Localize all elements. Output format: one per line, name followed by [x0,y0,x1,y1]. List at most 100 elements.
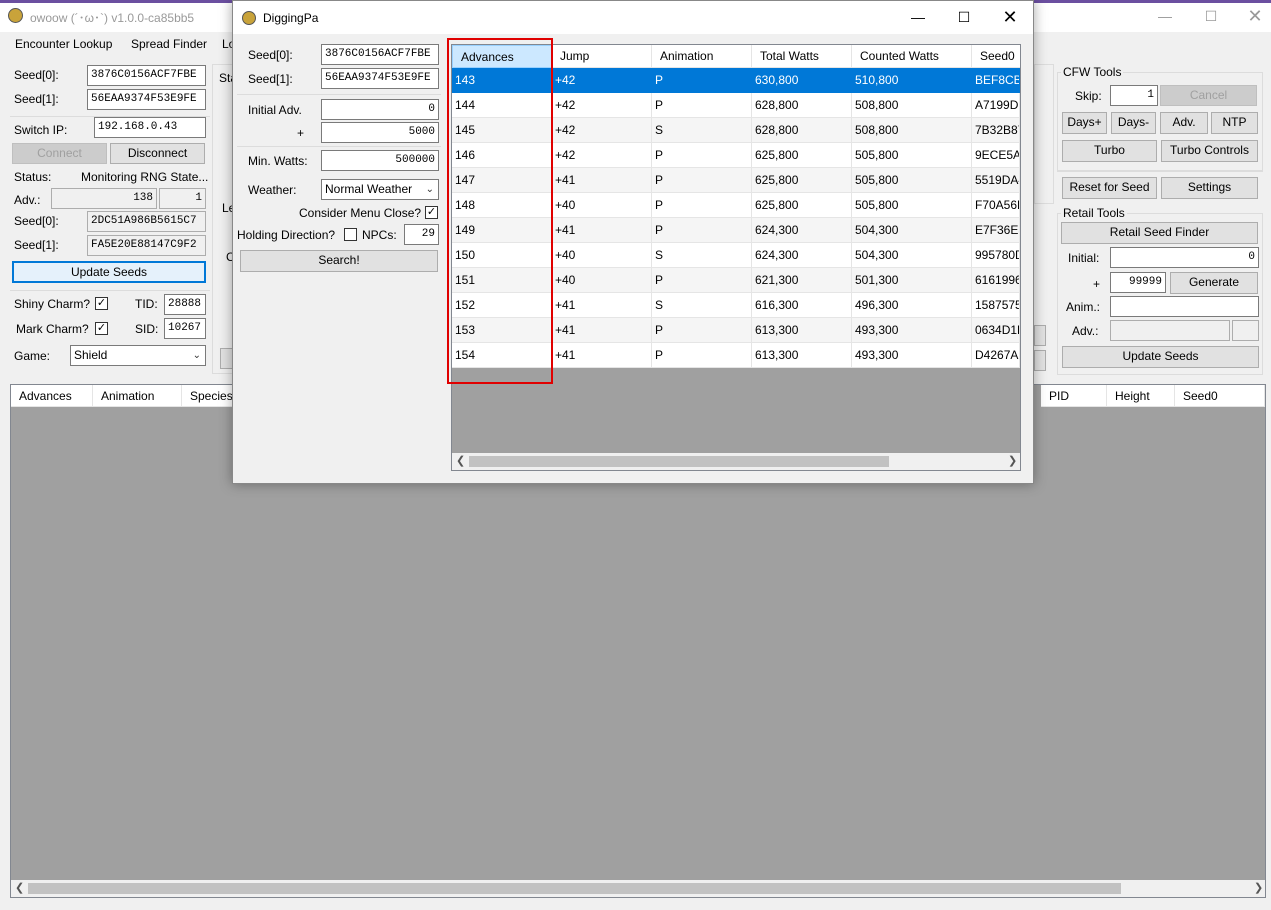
col-header-advances[interactable]: Advances [11,385,93,407]
generate-button[interactable]: Generate [1170,272,1258,294]
cell-animation: S [652,118,752,143]
turbo-button[interactable]: Turbo [1062,140,1157,162]
weather-value: Normal Weather [325,182,413,196]
scroll-right-icon[interactable]: ❯ [1008,454,1017,467]
maximize-icon[interactable]: ☐ [1188,0,1234,32]
days-minus-button[interactable]: Days- [1111,112,1156,134]
update-seeds-button[interactable]: Update Seeds [12,261,206,283]
dlg-seed1-input[interactable]: 56EAA9374F53E9FE [321,68,439,89]
cell-jump: +41 [552,168,652,193]
retail-update-seeds-button[interactable]: Update Seeds [1062,346,1259,368]
adv-label: Adv.: [14,193,41,207]
cell-jump: +41 [552,318,652,343]
adv-button[interactable]: Adv. [1160,112,1208,134]
cell-animation: P [652,193,752,218]
menu-encounter-lookup[interactable]: Encounter Lookup [15,37,112,51]
app-icon [8,8,23,23]
scrollbar-thumb[interactable] [28,883,1121,894]
partial-button-right-2[interactable] [1034,350,1046,371]
cell-jump: +40 [552,243,652,268]
cell-animation: S [652,243,752,268]
menu-spread-finder[interactable]: Spread Finder [131,37,207,51]
game-select[interactable]: Shield ⌄ [70,345,206,366]
retail-seed-finder-button[interactable]: Retail Seed Finder [1061,222,1258,244]
cancel-button[interactable]: Cancel [1160,85,1257,106]
scroll-left-icon[interactable]: ❮ [15,881,24,894]
col-header-animation[interactable]: Animation [652,45,752,68]
current-seed0-value: 2DC51A986B5615C7 [87,211,206,232]
close-icon[interactable]: ✕ [1232,0,1271,32]
adv-range-input[interactable]: 5000 [321,122,439,143]
cell-jump: +41 [552,343,652,368]
turbo-controls-button[interactable]: Turbo Controls [1161,140,1258,162]
scroll-right-icon[interactable]: ❯ [1254,881,1263,894]
min-watts-input[interactable]: 500000 [321,150,439,171]
seed0-label: Seed[0]: [14,68,59,82]
minimize-icon[interactable]: — [1142,0,1188,32]
cell-counted-watts: 505,800 [852,168,972,193]
anim-input[interactable] [1110,296,1259,317]
npcs-input[interactable]: 29 [404,224,439,245]
dialog-close-icon[interactable]: ✕ [987,1,1033,33]
initial-adv-input[interactable]: 0 [321,99,439,120]
cell-total-watts: 613,300 [752,343,852,368]
col-header-total-watts[interactable]: Total Watts [752,45,852,68]
cell-animation: P [652,93,752,118]
search-button[interactable]: Search! [240,250,438,272]
plus-input[interactable]: 99999 [1110,272,1166,293]
holding-direction-checkbox[interactable] [344,228,357,241]
col-header-animation[interactable]: Animation [93,385,182,407]
col-header-jump[interactable]: Jump [552,45,652,68]
cell-seed0: D4267A9 [972,343,1020,368]
horizontal-scrollbar[interactable]: ❮ ❯ [11,880,1265,897]
col-header-seed0[interactable]: Seed0 [1175,385,1265,407]
cell-counted-watts: 493,300 [852,318,972,343]
sid-input[interactable]: 10267 [164,318,206,339]
current-seed1-value: FA5E20E88147C9F2 [87,235,206,256]
weather-select[interactable]: Normal Weather ⌄ [321,179,439,200]
settings-button[interactable]: Settings [1161,177,1258,199]
cell-counted-watts: 505,800 [852,193,972,218]
switch-ip-input[interactable]: 192.168.0.43 [94,117,206,138]
dialog-title: DiggingPa [263,11,319,25]
scroll-left-icon[interactable]: ❮ [456,454,465,467]
col-header-counted-watts[interactable]: Counted Watts [852,45,972,68]
main-window-title: owoow (´･ω･`) v1.0.0-ca85bb5 [30,11,195,25]
grid-horizontal-scrollbar[interactable]: ❮ ❯ [452,453,1020,470]
cell-total-watts: 625,800 [752,168,852,193]
initial-input[interactable]: 0 [1110,247,1259,268]
col-header-pid[interactable]: PID [1041,385,1107,407]
mark-charm-checkbox[interactable]: ✓ [95,322,108,335]
dialog-maximize-icon[interactable]: ☐ [941,1,987,33]
seed0-input[interactable]: 3876C0156ACF7FBE [87,65,206,86]
plus-label: + [1093,277,1101,291]
divider [237,94,441,95]
col-header-species[interactable]: Species [182,385,234,407]
current-seed0-label: Seed[0]: [14,214,59,228]
consider-menu-close-checkbox[interactable]: ✓ [425,206,438,219]
cell-seed0: 6161996 [972,268,1020,293]
col-header-height[interactable]: Height [1107,385,1175,407]
dlg-seed1-label: Seed[1]: [248,72,293,86]
cell-seed0: 0634D1E [972,318,1020,343]
seed1-input[interactable]: 56EAA9374F53E9FE [87,89,206,110]
shiny-charm-checkbox[interactable]: ✓ [95,297,108,310]
sid-label: SID: [135,322,159,336]
tid-input[interactable]: 28888 [164,294,206,315]
dialog-minimize-icon[interactable]: — [895,1,941,33]
disconnect-button[interactable]: Disconnect [110,143,205,164]
skip-input[interactable]: 1 [1110,85,1158,106]
days-plus-button[interactable]: Days+ [1062,112,1107,134]
col-header-seed0[interactable]: Seed0 [972,45,1020,68]
reset-for-seed-button[interactable]: Reset for Seed [1062,177,1157,199]
divider [10,290,210,291]
cell-counted-watts: 504,300 [852,218,972,243]
connect-button[interactable]: Connect [12,143,107,164]
scrollbar-thumb[interactable] [469,456,889,467]
partial-button-right[interactable] [1034,325,1046,346]
seed1-label: Seed[1]: [14,92,59,106]
game-value: Shield [74,348,108,362]
dlg-seed0-input[interactable]: 3876C0156ACF7FBE [321,44,439,65]
npcs-label: NPCs: [362,228,397,242]
ntp-button[interactable]: NTP [1211,112,1258,134]
